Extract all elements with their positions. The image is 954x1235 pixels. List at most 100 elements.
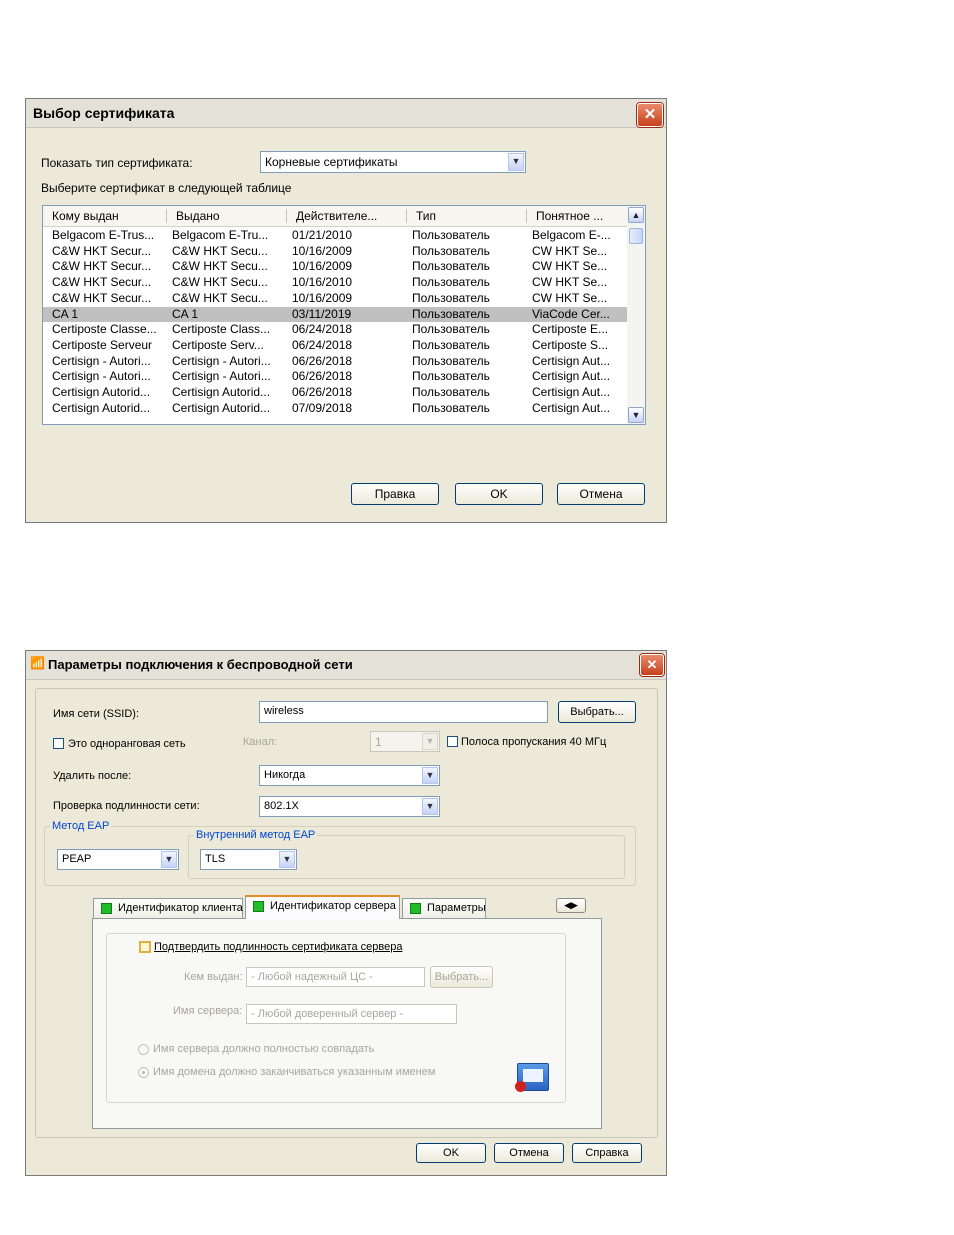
delete-after-dropdown[interactable]: Никогда ▼	[259, 765, 440, 786]
ssid-input[interactable]: wireless	[259, 701, 548, 723]
cell-valid-until: 06/26/2018	[292, 369, 353, 384]
cell-issued-to: Certiposte Serveur	[52, 337, 153, 352]
cell-issued-to: C&W HKT Secur...	[52, 243, 152, 258]
server-name-input[interactable]: - Любой доверенный сервер -	[246, 1004, 457, 1024]
cell-issued-by: C&W HKT Secu...	[172, 259, 268, 274]
column-header-issued-by[interactable]: Выдано	[176, 209, 220, 223]
issued-by-value: - Любой надежный ЦС -	[251, 971, 373, 983]
cell-issued-to: Belgacom E-Trus...	[52, 228, 155, 242]
table-row[interactable]: Certisign Autorid... Certisign Autorid...…	[43, 401, 629, 417]
cell-valid-until: 06/24/2018	[292, 337, 353, 352]
chevron-down-icon[interactable]: ▼	[422, 767, 438, 784]
cell-valid-until: 10/16/2009	[292, 259, 353, 274]
tab-parameters[interactable]: Параметры	[402, 898, 486, 918]
cell-friendly-name: ViaCode Cer...	[532, 306, 610, 321]
help-button[interactable]: Справка	[572, 1143, 642, 1163]
ok-button[interactable]: OK	[416, 1143, 486, 1163]
cert-type-dropdown[interactable]: Корневые сертификаты ▼	[260, 151, 526, 173]
scroll-thumb[interactable]	[629, 228, 643, 244]
cell-valid-until: 03/11/2019	[292, 306, 352, 321]
edit-button[interactable]: Правка	[351, 483, 439, 505]
inner-eap-method-label: Внутренний метод EAP	[194, 829, 318, 841]
tab-label: Идентификатор сервера	[270, 900, 396, 912]
cell-type: Пользователь	[412, 400, 490, 415]
network-auth-label: Проверка подлинности сети:	[53, 800, 200, 812]
table-row[interactable]: Certisign Autorid... Certisign Autorid...…	[43, 385, 629, 401]
select-network-button[interactable]: Выбрать...	[558, 701, 636, 723]
chevron-down-icon[interactable]: ▼	[422, 733, 438, 750]
eap-method-label: Метод EAP	[50, 820, 112, 832]
table-row[interactable]: Certiposte Serveur Certiposte Serv... 06/2…	[43, 338, 629, 354]
close-button[interactable]: ✕	[640, 654, 664, 676]
exact-match-radio[interactable]	[138, 1044, 149, 1055]
cancel-button[interactable]: Отмена	[494, 1143, 564, 1163]
cell-type: Пользователь	[412, 369, 490, 384]
scroll-down-button[interactable]: ▼	[628, 407, 644, 423]
cell-type: Пользователь	[412, 228, 490, 242]
cell-valid-until: 10/16/2009	[292, 290, 353, 305]
channel-dropdown[interactable]: 1 ▼	[370, 731, 440, 752]
close-icon: ✕	[646, 657, 658, 672]
adhoc-checkbox[interactable]	[53, 738, 64, 749]
chevron-down-icon[interactable]: ▼	[279, 851, 295, 868]
cell-issued-to: Certiposte Classe...	[52, 322, 157, 337]
tab-client-identity[interactable]: Идентификатор клиента	[93, 898, 243, 918]
ok-button[interactable]: OK	[455, 483, 543, 505]
cell-type: Пользователь	[412, 385, 490, 399]
close-button[interactable]: ✕	[637, 103, 663, 127]
cell-friendly-name: CW HKT Se...	[532, 259, 608, 274]
tab-scroll-buttons[interactable]: ◀▶	[556, 898, 586, 913]
delete-after-value: Никогда	[264, 769, 306, 781]
instruction-text: Выберите сертификат в следующей таблице	[41, 181, 292, 195]
bandwidth-40mhz-checkbox[interactable]	[447, 736, 458, 747]
column-header-valid-until[interactable]: Действителе...	[296, 209, 377, 223]
cell-valid-until: 07/09/2018	[292, 400, 353, 415]
cell-issued-by: Certiposte Serv...	[172, 337, 264, 352]
scroll-up-button[interactable]: ▲	[628, 207, 644, 223]
cell-issued-by: Certisign - Autori...	[172, 369, 271, 384]
cell-valid-until: 06/26/2018	[292, 385, 353, 399]
table-row[interactable]: Certiposte Classe... Certiposte Class... 0…	[43, 322, 629, 338]
title-bar[interactable]: Выбор сертификата ✕	[26, 99, 666, 128]
table-row[interactable]: C&W HKT Secur... C&W HKT Secu... 10/16/200…	[43, 259, 629, 275]
chevron-down-icon[interactable]: ▼	[161, 851, 177, 868]
column-header-friendly-name[interactable]: Понятное ...	[536, 209, 603, 223]
network-auth-dropdown[interactable]: 802.1X ▼	[259, 796, 440, 817]
cert-type-value: Корневые сертификаты	[265, 155, 398, 169]
verify-server-cert-label: Подтвердить подлинность сертификата серв…	[154, 941, 403, 953]
table-row[interactable]: C&W HKT Secur... C&W HKT Secu... 10/16/201…	[43, 275, 629, 291]
cell-friendly-name: Certisign Aut...	[532, 385, 611, 399]
certificate-selection-dialog: Выбор сертификата ✕ Показать тип сертифи…	[25, 98, 667, 523]
chevron-down-icon[interactable]: ▼	[508, 153, 524, 171]
title-bar[interactable]: 📶 Параметры подключения к беспроводной с…	[26, 651, 666, 680]
chevron-down-icon[interactable]: ▼	[422, 798, 438, 815]
table-row[interactable]: C&W HKT Secur... C&W HKT Secu... 10/16/200…	[43, 244, 629, 260]
wireless-icon: 📶	[30, 656, 45, 670]
cell-type: Пользователь	[412, 259, 490, 274]
inner-eap-method-dropdown[interactable]: TLS ▼	[200, 849, 297, 870]
table-row[interactable]: CA 1 CA 1 03/11/2019 Пользователь ViaCode Ce…	[43, 306, 629, 323]
cell-friendly-name: Certisign Aut...	[532, 369, 611, 384]
table-row[interactable]: Certisign - Autori... Certisign - Autori.…	[43, 354, 629, 370]
cell-valid-until: 10/16/2010	[292, 275, 353, 290]
table-row[interactable]: Certisign - Autori... Certisign - Autori.…	[43, 369, 629, 385]
issued-by-input[interactable]: - Любой надежный ЦС -	[246, 967, 425, 987]
verify-server-cert-checkbox[interactable]	[139, 941, 151, 953]
select-ca-button[interactable]: Выбрать...	[430, 966, 493, 988]
column-header-issued-to[interactable]: Кому выдан	[52, 209, 119, 223]
column-header-type[interactable]: Тип	[416, 209, 436, 223]
cell-friendly-name: CW HKT Se...	[532, 275, 608, 290]
table-row[interactable]: Belgacom E-Trus... Belgacom E-Tru... 01/21…	[43, 228, 629, 244]
certificate-list[interactable]: Кому выдан Выдано Действителе... Тип Пон…	[42, 205, 646, 425]
table-row[interactable]: C&W HKT Secur... C&W HKT Secu... 10/16/200…	[43, 291, 629, 307]
eap-method-value: PEAP	[62, 853, 92, 865]
chevron-right-icon: ▶	[571, 900, 578, 910]
cancel-button[interactable]: Отмена	[557, 483, 645, 505]
eap-method-dropdown[interactable]: PEAP ▼	[57, 849, 179, 870]
cell-issued-to: C&W HKT Secur...	[52, 290, 152, 305]
cell-issued-by: Certisign - Autori...	[172, 353, 271, 368]
tab-server-identity[interactable]: Идентификатор сервера	[245, 895, 400, 919]
vertical-scrollbar[interactable]: ▲ ▼	[627, 206, 645, 424]
domain-match-radio[interactable]	[138, 1067, 149, 1078]
delete-after-label: Удалить после:	[53, 770, 132, 782]
